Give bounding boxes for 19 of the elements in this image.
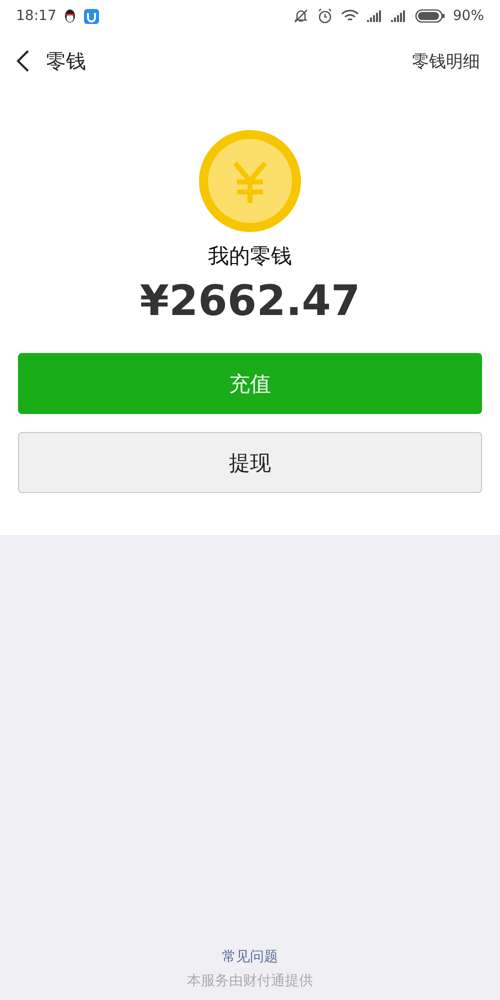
signal-icon (390, 10, 407, 22)
faq-link[interactable]: 常见问题 (222, 948, 278, 966)
provider-note: 本服务由财付通提供 (187, 972, 313, 990)
signal-icon (366, 10, 383, 22)
details-link[interactable]: 零钱明细 (412, 50, 480, 72)
battery-icon (414, 9, 445, 23)
page-title: 零钱 (46, 48, 86, 74)
status-time: 18:17 (16, 8, 56, 24)
balance-label: 我的零钱 (208, 243, 292, 270)
battery-percent: 90% (452, 8, 484, 24)
back-icon[interactable] (16, 50, 30, 72)
withdraw-button[interactable]: 提现 (18, 432, 482, 493)
bell-off-icon (292, 8, 309, 24)
balance-amount: ¥2662.47 (140, 276, 360, 325)
coin-icon (199, 130, 301, 232)
penguin-icon (64, 9, 76, 23)
app-icon (84, 8, 100, 24)
wifi-icon (340, 9, 359, 23)
alarm-icon (316, 8, 333, 24)
